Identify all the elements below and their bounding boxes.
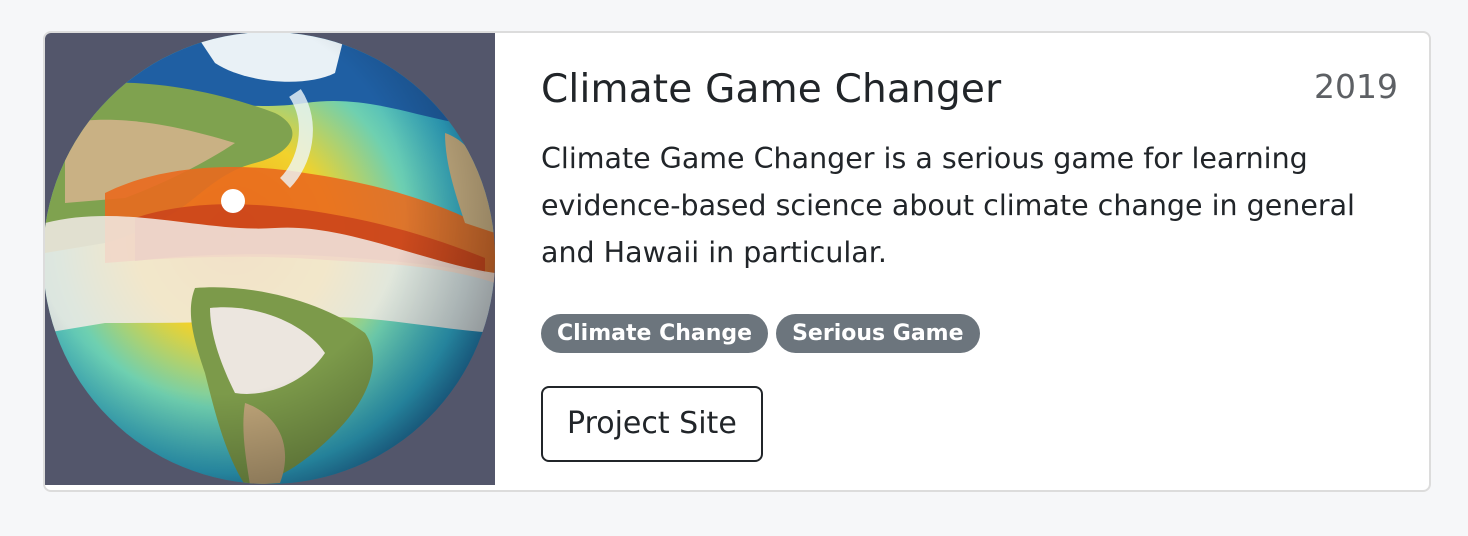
project-year: 2019: [1314, 67, 1398, 106]
project-thumbnail: [45, 33, 495, 485]
tag-serious-game: Serious Game: [776, 314, 980, 353]
project-card: Climate Game Changer 2019 Climate Game C…: [43, 31, 1431, 492]
tag-climate-change: Climate Change: [541, 314, 769, 353]
tag-list: Climate Change Serious Game: [541, 314, 980, 353]
project-title: Climate Game Changer: [541, 67, 1002, 112]
project-body: Climate Game Changer 2019 Climate Game C…: [541, 33, 1429, 490]
project-description: Climate Game Changer is a serious game f…: [541, 142, 1355, 269]
project-site-button[interactable]: Project Site: [541, 386, 763, 462]
globe-image: [45, 33, 495, 484]
